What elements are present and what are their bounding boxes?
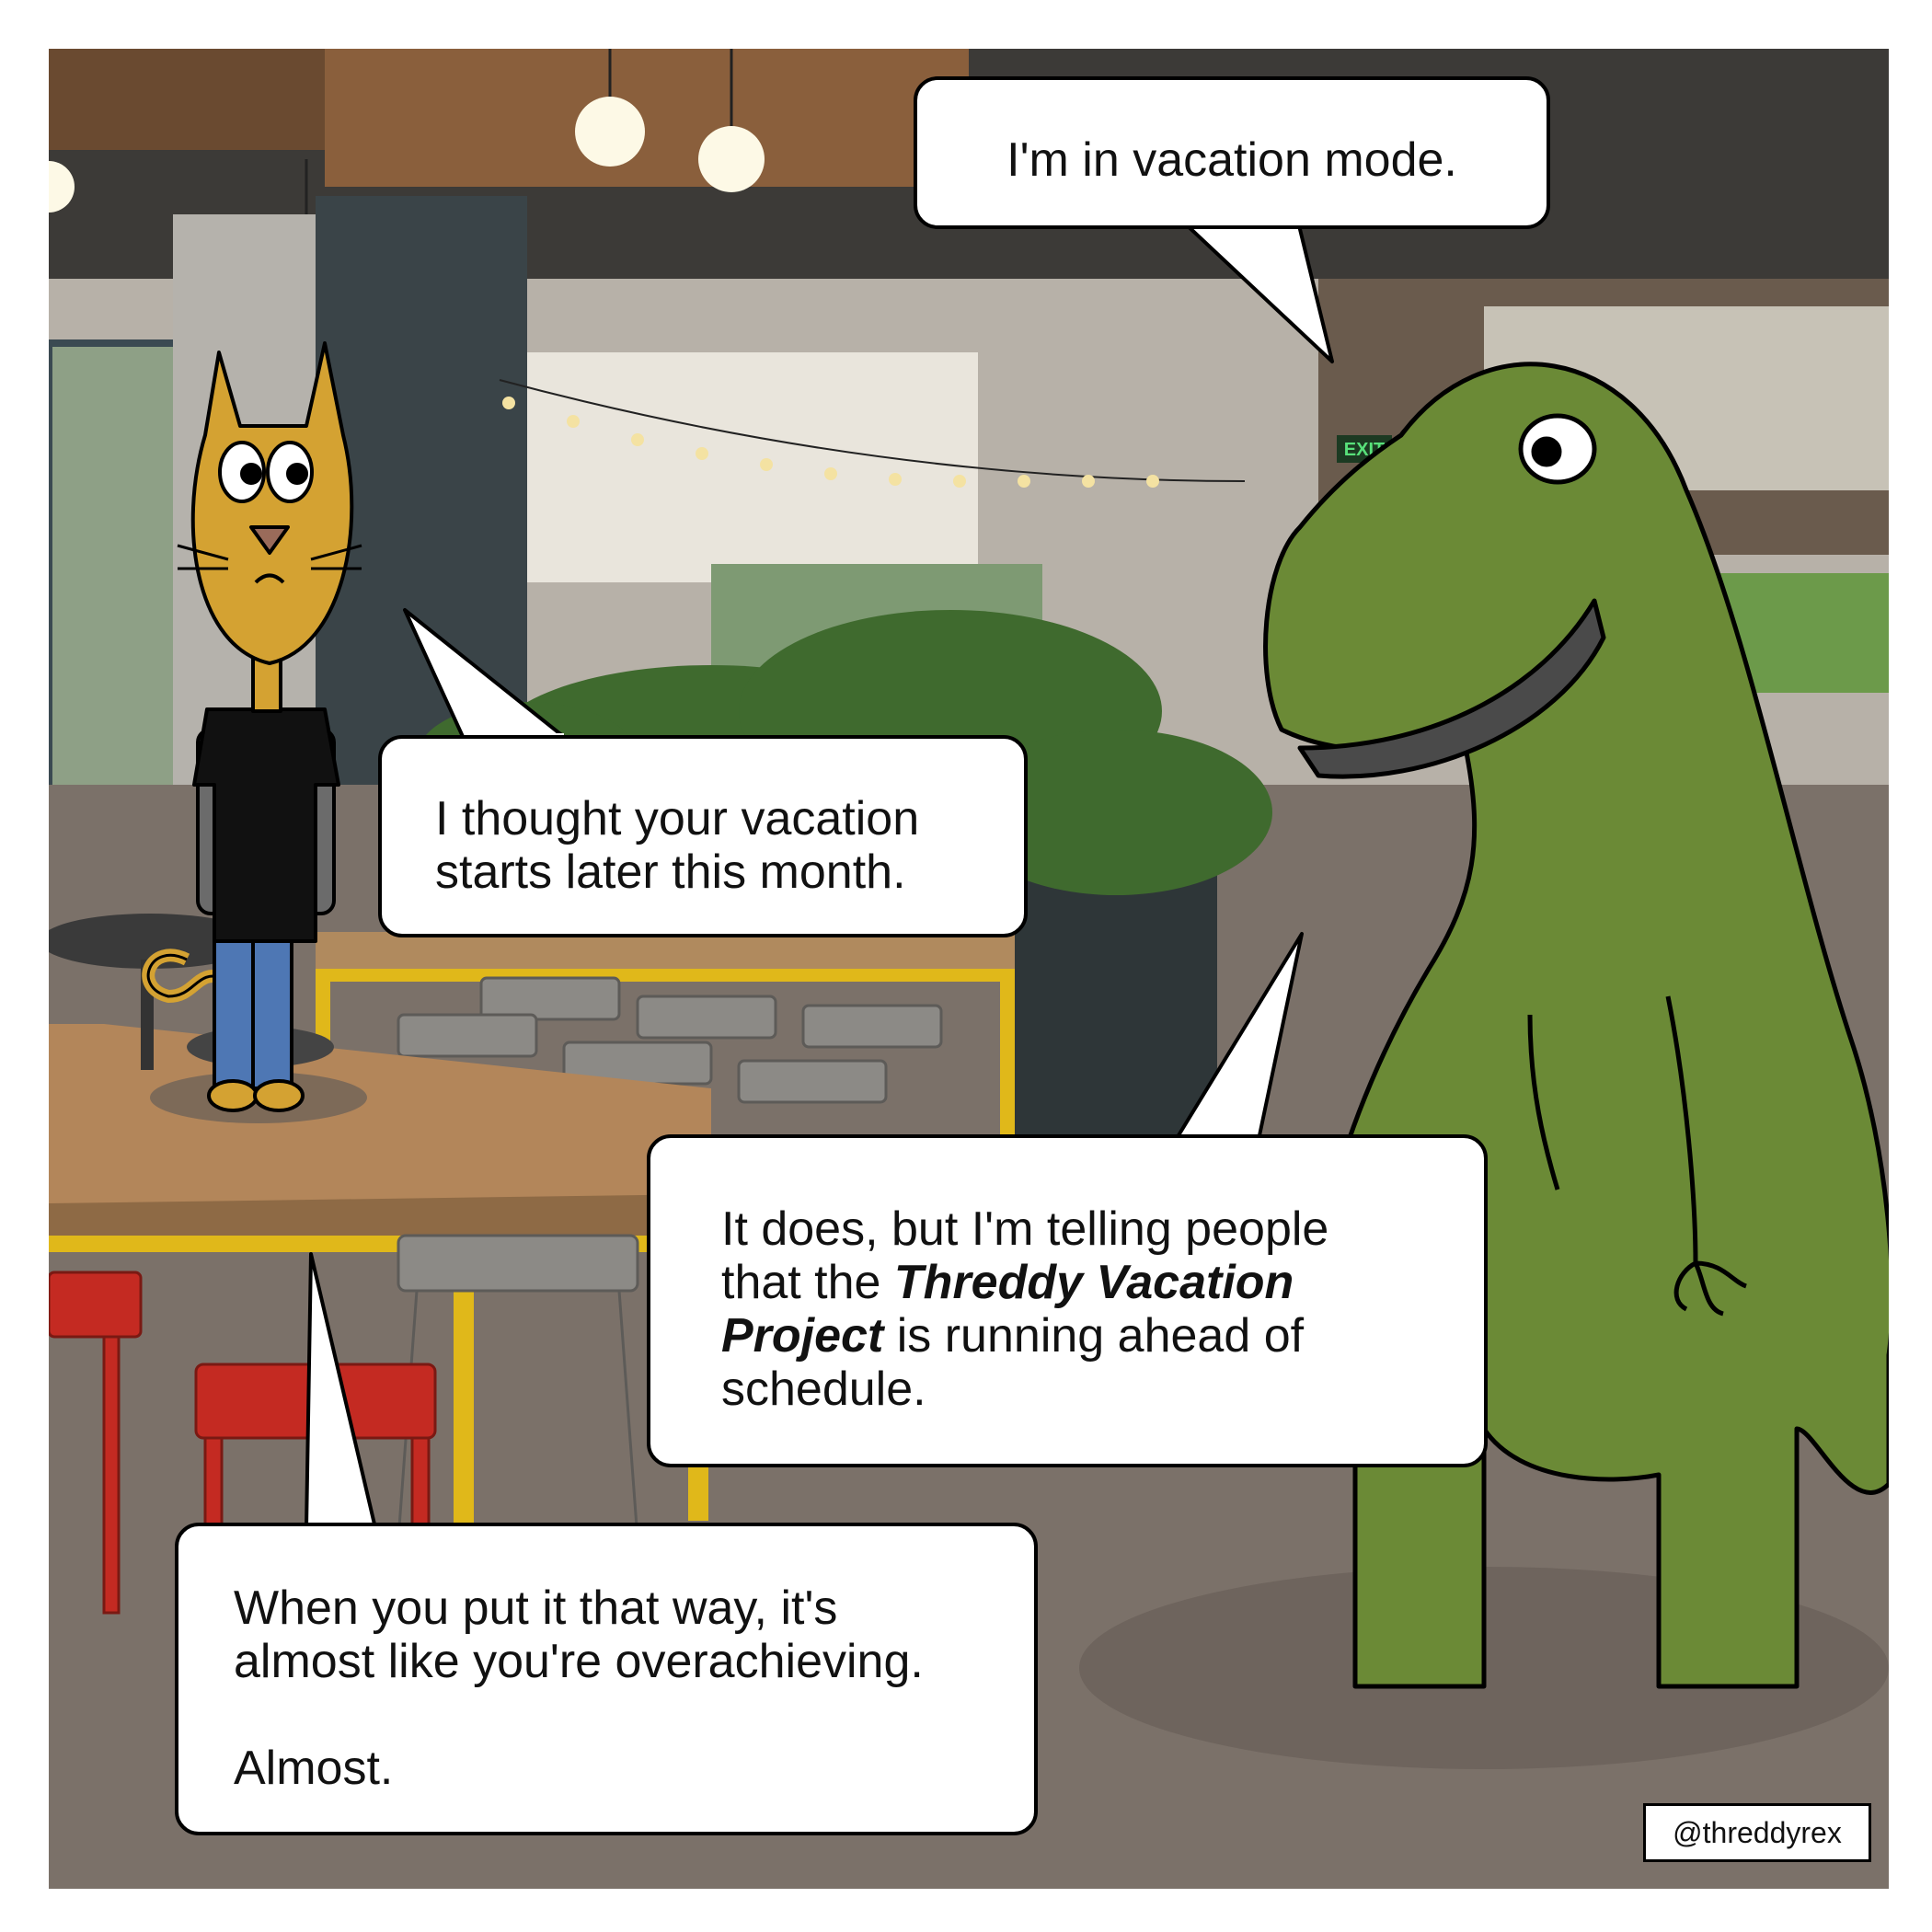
bubble-text: I'm in vacation mode. bbox=[1006, 133, 1457, 187]
back-table-top bbox=[316, 932, 1015, 969]
bubble-text-line: almost like you're overachieving. bbox=[234, 1635, 924, 1688]
wood-ceiling-panel bbox=[325, 49, 969, 187]
author-credit-handle: @threddyrex bbox=[1673, 1816, 1842, 1849]
cat-jeans-right bbox=[251, 930, 293, 1090]
project-name-emphasis: Threddy Vacation bbox=[893, 1256, 1294, 1309]
speech-bubble-vacation-mode: I'm in vacation mode. bbox=[914, 76, 1550, 229]
bubble-text-line: When you put it that way, it's bbox=[234, 1581, 838, 1635]
speech-bubble-overachieving: When you put it that way, it's almost li… bbox=[175, 1523, 1038, 1835]
bubble-text-line: It does, but I'm telling people bbox=[721, 1202, 1329, 1256]
bubble-text-line: I thought your vacation bbox=[435, 792, 920, 845]
speech-bubble-thought-later: I thought your vacation starts later thi… bbox=[378, 735, 1028, 937]
cat-jeans-left bbox=[213, 930, 255, 1090]
window-shade bbox=[500, 352, 978, 582]
author-credit: @threddyrex bbox=[1643, 1803, 1871, 1862]
bubble-text-line: schedule. bbox=[721, 1363, 926, 1416]
bubble-text-line: starts later this month. bbox=[435, 845, 906, 899]
bubble-text-line: Almost. bbox=[234, 1742, 394, 1795]
wood-ceiling-panel-left bbox=[49, 49, 325, 150]
bubble-text-fragment: that the bbox=[721, 1256, 894, 1309]
project-name-emphasis: Project bbox=[721, 1309, 884, 1363]
speech-bubble-ahead-of-schedule: It does, but I'm telling people that the… bbox=[647, 1134, 1488, 1467]
left-window bbox=[49, 343, 178, 858]
bubble-text-fragment: is running ahead of bbox=[883, 1309, 1305, 1363]
pendant-bulb bbox=[698, 126, 765, 192]
cat-shirt bbox=[192, 707, 340, 943]
comic-panel: EXIT I'm in vacation mode. I thought you… bbox=[49, 49, 1889, 1889]
pendant-bulb bbox=[575, 97, 645, 167]
